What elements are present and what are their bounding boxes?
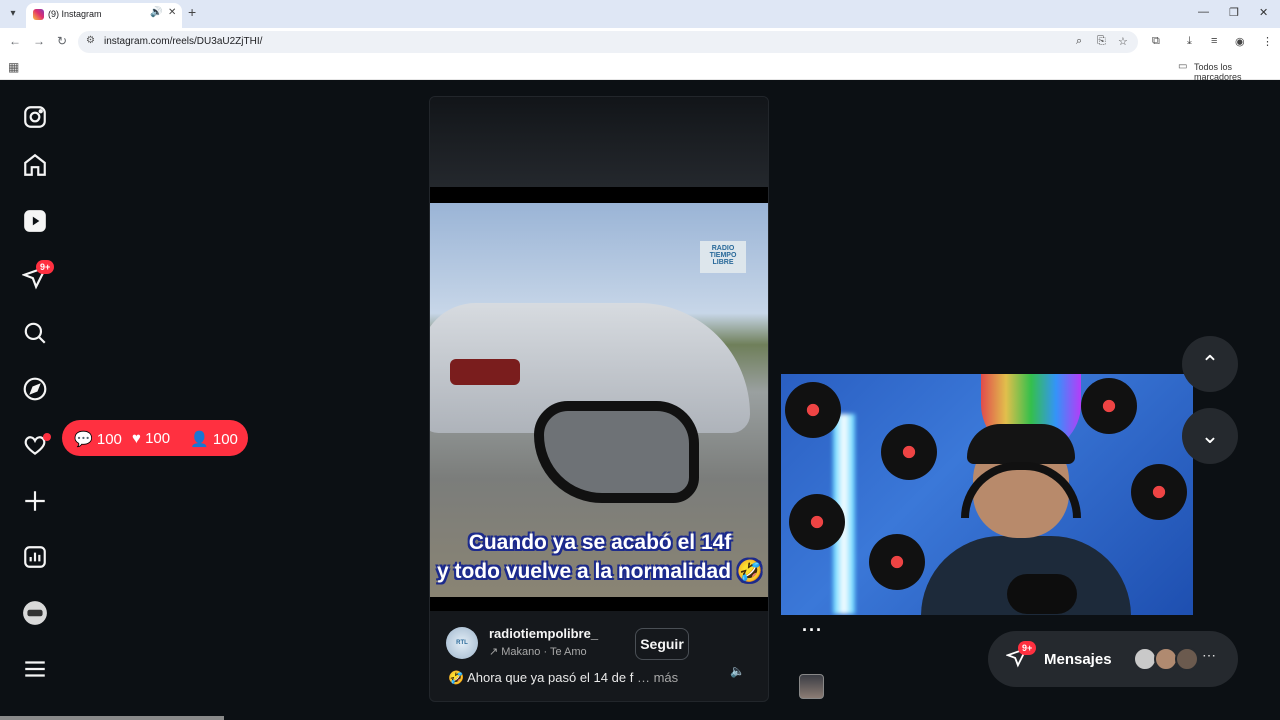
notifications-heart-icon[interactable] <box>22 432 51 460</box>
profile-avatar-icon[interactable] <box>22 600 50 628</box>
vinyl-record <box>1081 378 1137 434</box>
car-taillight <box>450 359 520 385</box>
radio-logo: RADIO TIEMPO LIBRE <box>700 241 746 273</box>
audio-thumbnail[interactable] <box>799 674 824 699</box>
likes-count: ♥ 100 <box>132 430 171 447</box>
media-control-icon[interactable]: ≡ <box>1211 35 1217 47</box>
minimize-icon[interactable]: — <box>1198 6 1209 18</box>
window-close-icon[interactable]: ✕ <box>1259 6 1268 19</box>
folder-icon[interactable]: ▭ <box>1178 61 1187 72</box>
more-contacts-icon[interactable]: ⋯ <box>1202 647 1216 664</box>
sidebar: 9+ <box>0 80 72 720</box>
restore-icon[interactable]: ❐ <box>1229 6 1239 19</box>
install-app-icon[interactable]: ⎘ <box>1097 35 1106 48</box>
activity-summary-pill[interactable]: 💬 100 ♥ 100 👤 100 <box>62 420 248 456</box>
new-tab-icon[interactable]: + <box>188 4 196 20</box>
author-avatar[interactable]: RTL <box>446 627 478 659</box>
tab-close-icon[interactable]: ✕ <box>168 7 176 18</box>
vinyl-record <box>1131 464 1187 520</box>
vinyl-record <box>789 494 845 550</box>
more-options-icon[interactable]: ··· <box>802 620 823 641</box>
previous-reel-button[interactable]: ⌃ <box>1182 336 1238 392</box>
browser-toolbar: ← → ↻ ⚙ instagram.com/reels/DU3aU2ZjTHI/… <box>0 28 1280 56</box>
address-bar[interactable]: ⚙ instagram.com/reels/DU3aU2ZjTHI/ ⌕ ⎘ ☆ <box>78 31 1138 53</box>
horizontal-scrollbar[interactable] <box>0 716 224 720</box>
home-icon[interactable] <box>22 152 50 180</box>
next-reel-button[interactable]: ⌄ <box>1182 408 1238 464</box>
downloads-icon[interactable]: ⤓ <box>1187 35 1192 48</box>
reels-icon[interactable] <box>22 208 50 236</box>
all-bookmarks-link[interactable]: Todos los marcadores <box>1194 62 1280 82</box>
browser-tab[interactable]: (9) Instagram 🔊 ✕ <box>26 3 182 28</box>
zoom-icon[interactable]: ⌕ <box>1076 35 1082 48</box>
audio-track-link[interactable]: ↗ Makano · Te Amo <box>489 645 587 658</box>
notification-dot <box>43 433 51 441</box>
letterbox-top <box>430 187 768 203</box>
back-icon[interactable]: ← <box>9 34 21 48</box>
forward-icon[interactable]: → <box>33 34 45 48</box>
volume-icon[interactable]: 🔈 <box>730 664 745 678</box>
reel-card[interactable]: RADIO TIEMPO LIBRE Cuando ya se acabó el… <box>429 96 769 702</box>
tab-audio-icon[interactable]: 🔊 <box>150 7 162 18</box>
vinyl-record <box>869 534 925 590</box>
bookmark-star-icon[interactable]: ☆ <box>1118 35 1128 48</box>
video-caption-line-2: y todo vuelve a la normalidad 🤣 <box>436 560 764 583</box>
apps-grid-icon[interactable]: ▦ <box>8 60 19 74</box>
vinyl-record <box>785 382 841 438</box>
bookmarks-bar: ▦ ▭ Todos los marcadores <box>0 56 1280 82</box>
contact-avatar <box>1175 647 1199 671</box>
browser-menu-icon[interactable]: ⋮ <box>1262 35 1273 48</box>
site-info-icon[interactable]: ⚙ <box>86 35 95 46</box>
messages-label: Mensajes <box>1044 651 1112 668</box>
messages-badge: 9+ <box>36 260 55 274</box>
comments-count: 💬 100 <box>74 431 122 448</box>
streamer-webcam-overlay <box>781 374 1193 615</box>
reel-description[interactable]: 🤣 Ahora que ya pasó el 14 de f … más <box>448 670 678 686</box>
explore-icon[interactable] <box>22 376 50 404</box>
more-menu-icon[interactable] <box>22 656 50 684</box>
extensions-icon[interactable]: ⧉ <box>1152 35 1160 48</box>
video-caption-line-1: Cuando ya se acabó el 14f <box>468 531 732 554</box>
messages-count-badge: 9+ <box>1018 641 1037 655</box>
tab-title: (9) Instagram <box>48 9 102 19</box>
url-text[interactable]: instagram.com/reels/DU3aU2ZjTHI/ <box>104 36 262 47</box>
instagram-reels-page: 9+ 💬 100 ♥ 100 👤 100 RADIO TIEMPO LIBRE … <box>0 80 1280 720</box>
author-username[interactable]: radiotiempolibre_ <box>489 626 598 641</box>
heart-icon: ♥ <box>132 430 141 447</box>
more-link[interactable]: … más <box>637 670 678 685</box>
instagram-favicon-icon <box>33 9 44 20</box>
messages-button[interactable]: 9+ Mensajes ⋯ <box>988 631 1238 687</box>
reel-video[interactable]: RADIO TIEMPO LIBRE Cuando ya se acabó el… <box>430 203 768 597</box>
create-icon[interactable] <box>22 488 50 516</box>
reel-top-area <box>430 97 768 187</box>
dashboard-icon[interactable] <box>22 544 50 572</box>
person-icon: 👤 <box>190 431 209 448</box>
followers-count: 👤 100 <box>190 431 238 448</box>
side-mirror-image <box>534 401 699 503</box>
follow-button[interactable]: Seguir <box>635 628 689 660</box>
letterbox-bottom <box>430 597 768 611</box>
microphone <box>1007 574 1077 614</box>
browser-tab-bar: ▾ (9) Instagram 🔊 ✕ + — ❐ ✕ <box>0 0 1280 28</box>
reload-icon[interactable]: ↻ <box>57 34 67 48</box>
profile-icon[interactable]: ◉ <box>1235 35 1245 48</box>
tab-search-icon[interactable]: ▾ <box>5 6 21 22</box>
instagram-logo-icon[interactable] <box>22 104 50 132</box>
search-icon[interactable] <box>22 320 50 348</box>
direct-messages-icon[interactable]: 9+ <box>20 260 55 292</box>
comment-icon: 💬 <box>74 431 93 448</box>
